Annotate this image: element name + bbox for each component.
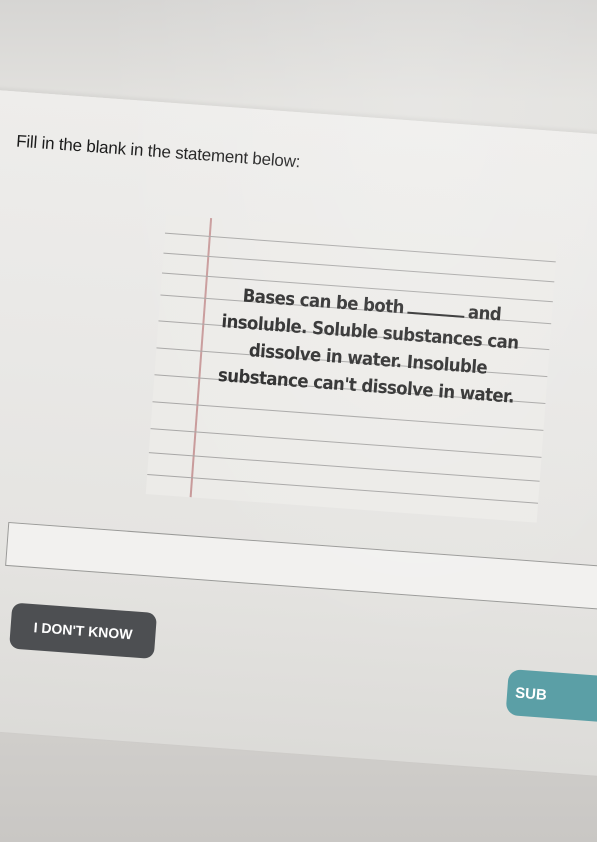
photo-scene: Fill in the blank in the statement below…: [0, 0, 597, 842]
paper-rule: [148, 452, 540, 482]
submit-button[interactable]: SUB: [505, 669, 597, 724]
answer-input[interactable]: [5, 521, 597, 613]
handwritten-statement: Bases can be both and insoluble. Soluble …: [214, 281, 525, 411]
dont-know-button[interactable]: I DON'T KNOW: [9, 602, 158, 659]
quiz-screen: Fill in the blank in the statement below…: [0, 88, 597, 778]
question-prompt: Fill in the blank in the statement below…: [15, 131, 301, 172]
paper-rule: [150, 428, 542, 458]
paper-rule: [147, 474, 539, 504]
statement-line-1-end: and: [467, 302, 502, 326]
statement-blank: [407, 297, 466, 318]
question-image: Bases can be both and insoluble. Soluble …: [145, 214, 558, 523]
